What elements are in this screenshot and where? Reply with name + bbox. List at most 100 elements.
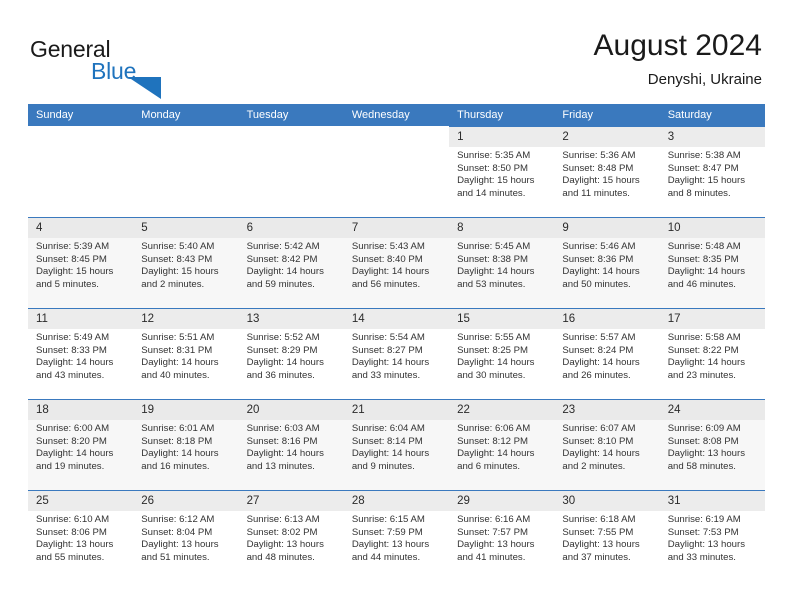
calendar-day-cell[interactable]: 23 Sunrise: 6:07 AM Sunset: 8:10 PM Dayligh… [554,399,660,490]
day-number: 3 [659,127,765,147]
day-sunrise-text: Sunrise: 6:10 AM [36,514,110,525]
day-daylight-text: Daylight: 14 hours [36,357,114,369]
calendar-day-cell[interactable]: 22 Sunrise: 6:06 AM Sunset: 8:12 PM Dayligh… [449,399,555,490]
day-daylight-text: Daylight: 14 hours [457,448,535,460]
day-daylight2-text: and 40 minutes. [141,369,210,381]
day-number: 27 [238,491,344,511]
day-sunset-text: Sunset: 8:35 PM [667,253,739,265]
calendar-day-cell[interactable]: 13 Sunrise: 5:52 AM Sunset: 8:29 PM Dayligh… [238,308,344,399]
calendar-day-cell[interactable]: 30 Sunrise: 6:18 AM Sunset: 7:55 PM Dayligh… [554,490,660,581]
day-daylight2-text: and 2 minutes. [562,460,626,472]
calendar-day-cell[interactable]: 1 Sunrise: 5:35 AM Sunset: 8:50 PM Daylight… [449,126,555,217]
calendar-day-cell[interactable]: 3 Sunrise: 5:38 AM Sunset: 8:47 PM Daylight… [659,126,765,217]
day-sunset-text: Sunset: 8:18 PM [141,435,213,447]
day-daylight-text: Daylight: 15 hours [36,266,114,278]
day-daylight-text: Daylight: 15 hours [562,175,640,187]
day-number: 8 [449,218,555,238]
calendar-day-cell[interactable]: 10 Sunrise: 5:48 AM Sunset: 8:35 PM Dayligh… [659,217,765,308]
day-daylight-text: Daylight: 15 hours [457,175,535,187]
page-header: General Blue August 2024 Denyshi, Ukrain… [0,0,792,104]
day-daylight2-text: and 58 minutes. [667,460,736,472]
calendar-page: General Blue August 2024 Denyshi, Ukrain… [0,0,792,612]
day-number: 23 [554,400,660,420]
calendar-day-cell[interactable]: 16 Sunrise: 5:57 AM Sunset: 8:24 PM Dayligh… [554,308,660,399]
day-sunset-text: Sunset: 8:04 PM [141,526,213,538]
calendar-day-cell[interactable]: 18 Sunrise: 6:00 AM Sunset: 8:20 PM Dayligh… [28,399,134,490]
day-details: Sunrise: 5:40 AM Sunset: 8:43 PM Daylight:… [133,238,238,291]
day-daylight2-text: and 6 minutes. [457,460,521,472]
calendar-day-cell[interactable]: 20 Sunrise: 6:03 AM Sunset: 8:16 PM Dayligh… [238,399,344,490]
day-sunrise-text: Sunrise: 5:49 AM [36,332,110,343]
day-daylight-text: Daylight: 14 hours [141,448,219,460]
day-number: 6 [238,218,344,238]
calendar-body: 1 Sunrise: 5:35 AM Sunset: 8:50 PM Daylight… [28,126,765,581]
day-sunset-text: Sunset: 8:48 PM [562,162,634,174]
calendar-day-cell[interactable]: 11 Sunrise: 5:49 AM Sunset: 8:33 PM Dayligh… [28,308,134,399]
calendar-day-cell[interactable]: 8 Sunrise: 5:45 AM Sunset: 8:38 PM Daylight… [449,217,555,308]
calendar-day-cell[interactable]: 15 Sunrise: 5:55 AM Sunset: 8:25 PM Dayligh… [449,308,555,399]
day-sunrise-text: Sunrise: 6:00 AM [36,423,110,434]
day-daylight-text: Daylight: 15 hours [141,266,219,278]
day-daylight-text: Daylight: 14 hours [562,357,640,369]
day-details: Sunrise: 6:16 AM Sunset: 7:57 PM Daylight:… [449,511,554,564]
calendar-day-cell[interactable]: 28 Sunrise: 6:15 AM Sunset: 7:59 PM Dayligh… [343,490,450,581]
page-title: August 2024 [593,29,762,62]
day-daylight2-text: and 11 minutes. [562,187,630,199]
day-daylight2-text: and 26 minutes. [562,369,631,381]
day-details: Sunrise: 5:46 AM Sunset: 8:36 PM Daylight:… [554,238,659,291]
day-sunrise-text: Sunrise: 6:19 AM [667,514,741,525]
calendar-day-cell[interactable]: 5 Sunrise: 5:40 AM Sunset: 8:43 PM Daylight… [133,217,239,308]
calendar-day-cell[interactable]: 21 Sunrise: 6:04 AM Sunset: 8:14 PM Dayligh… [343,399,450,490]
day-sunset-text: Sunset: 8:40 PM [351,253,423,265]
brand-logo[interactable]: General Blue [30,36,270,99]
day-details: Sunrise: 5:52 AM Sunset: 8:29 PM Daylight:… [239,329,344,382]
day-details: Sunrise: 5:38 AM Sunset: 8:47 PM Daylight:… [660,147,765,200]
day-sunset-text: Sunset: 8:50 PM [457,162,529,174]
calendar-empty-cell [239,126,344,217]
day-sunrise-text: Sunrise: 6:09 AM [667,423,741,434]
calendar-day-cell[interactable]: 9 Sunrise: 5:46 AM Sunset: 8:36 PM Daylight… [554,217,660,308]
day-daylight2-text: and 33 minutes. [351,369,421,381]
calendar-day-cell[interactable]: 19 Sunrise: 6:01 AM Sunset: 8:18 PM Dayligh… [133,399,239,490]
weekday-header-thursday: Thursday [449,104,555,126]
day-sunrise-text: Sunrise: 5:54 AM [351,332,425,343]
day-number: 14 [343,309,450,329]
calendar-day-cell[interactable]: 12 Sunrise: 5:51 AM Sunset: 8:31 PM Dayligh… [133,308,239,399]
calendar-day-cell[interactable]: 14 Sunrise: 5:54 AM Sunset: 8:27 PM Dayligh… [343,308,450,399]
day-daylight-text: Daylight: 14 hours [562,266,640,278]
day-sunrise-text: Sunrise: 6:16 AM [457,514,531,525]
weekday-header-sunday: Sunday [28,104,134,126]
calendar-week-row: 1 Sunrise: 5:35 AM Sunset: 8:50 PM Daylight… [28,126,765,217]
day-details: Sunrise: 5:51 AM Sunset: 8:31 PM Daylight:… [133,329,238,382]
day-number: 1 [449,127,555,147]
day-daylight-text: Daylight: 14 hours [351,357,430,369]
day-sunrise-text: Sunrise: 6:07 AM [562,423,636,434]
day-details: Sunrise: 6:06 AM Sunset: 8:12 PM Daylight:… [449,420,554,473]
day-daylight-text: Daylight: 14 hours [246,357,324,369]
calendar-day-cell[interactable]: 24 Sunrise: 6:09 AM Sunset: 8:08 PM Dayligh… [659,399,765,490]
day-sunrise-text: Sunrise: 5:52 AM [246,332,320,343]
day-sunset-text: Sunset: 8:20 PM [36,435,107,447]
calendar-empty-cell [133,126,238,217]
calendar-day-cell[interactable]: 25 Sunrise: 6:10 AM Sunset: 8:06 PM Dayligh… [28,490,134,581]
day-daylight2-text: and 55 minutes. [36,551,105,563]
day-details: Sunrise: 6:19 AM Sunset: 7:53 PM Daylight:… [660,511,765,564]
calendar-day-cell[interactable]: 27 Sunrise: 6:13 AM Sunset: 8:02 PM Dayligh… [238,490,344,581]
day-number: 26 [133,491,239,511]
calendar-day-cell[interactable]: 31 Sunrise: 6:19 AM Sunset: 7:53 PM Dayligh… [659,490,765,581]
calendar-day-cell[interactable]: 2 Sunrise: 5:36 AM Sunset: 8:48 PM Daylight… [554,126,660,217]
day-daylight-text: Daylight: 13 hours [667,539,746,551]
day-details: Sunrise: 6:03 AM Sunset: 8:16 PM Daylight:… [239,420,344,473]
calendar-day-cell[interactable]: 4 Sunrise: 5:39 AM Sunset: 8:45 PM Daylight… [28,217,134,308]
calendar-day-cell[interactable]: 29 Sunrise: 6:16 AM Sunset: 7:57 PM Dayligh… [449,490,555,581]
day-sunset-text: Sunset: 8:29 PM [246,344,318,356]
weekday-header-tuesday: Tuesday [238,104,344,126]
day-sunset-text: Sunset: 8:14 PM [351,435,423,447]
day-daylight-text: Daylight: 14 hours [562,448,640,460]
calendar-day-cell[interactable]: 6 Sunrise: 5:42 AM Sunset: 8:42 PM Daylight… [238,217,344,308]
calendar-day-cell[interactable]: 26 Sunrise: 6:12 AM Sunset: 8:04 PM Dayligh… [133,490,239,581]
calendar-day-cell[interactable]: 17 Sunrise: 5:58 AM Sunset: 8:22 PM Dayligh… [659,308,765,399]
day-sunrise-text: Sunrise: 5:40 AM [141,241,215,252]
calendar-day-cell[interactable]: 7 Sunrise: 5:43 AM Sunset: 8:40 PM Daylight… [343,217,450,308]
page-subtitle: Denyshi, Ukraine [647,71,762,88]
